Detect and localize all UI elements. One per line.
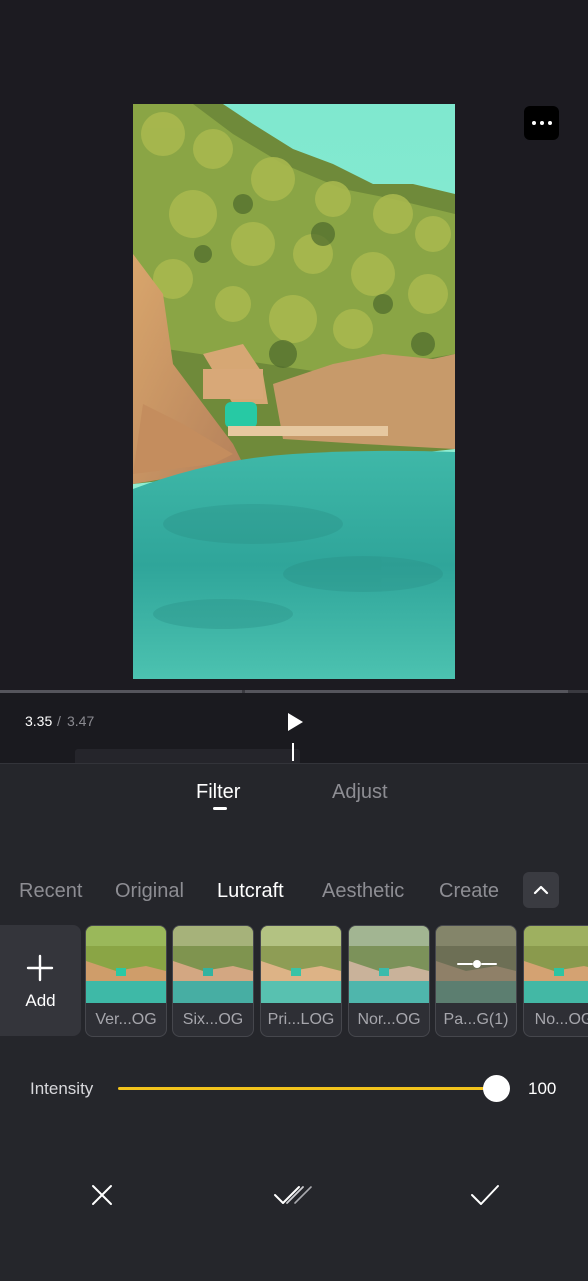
filter-label: Six...OG [182, 1011, 244, 1028]
plus-icon [26, 954, 54, 982]
category-aesthetic[interactable]: Aesthetic [322, 880, 404, 903]
filter-label: Pri...LOG [267, 1011, 335, 1028]
filter-label: Ver...OG [95, 1011, 157, 1028]
intensity-value: 100 [528, 1079, 557, 1098]
check-icon[interactable] [470, 1183, 500, 1207]
intensity-slider-knob[interactable] [483, 1075, 510, 1102]
filter-thumbnail [349, 926, 429, 1003]
video-image [133, 104, 455, 679]
more-dot [547, 121, 552, 125]
filter-thumbnail [261, 926, 341, 1003]
intensity-slider-track[interactable] [118, 1087, 496, 1090]
intensity-label: Intensity [30, 1079, 94, 1098]
category-lutcraft[interactable]: Lutcraft [217, 880, 284, 903]
tab-filter[interactable]: Filter [196, 781, 240, 804]
category-original[interactable]: Original [115, 880, 184, 903]
more-dots-icon [531, 121, 536, 125]
filter-thumbnail [524, 926, 588, 1003]
play-icon[interactable] [284, 711, 306, 733]
filter-label: Pa...G(1) [443, 1011, 509, 1028]
timeline-strip[interactable] [75, 749, 300, 763]
filter-thumbnail [86, 926, 166, 1003]
add-filter-button[interactable]: Add [0, 925, 81, 1036]
filter-card-2[interactable]: Six...OG [172, 925, 254, 1037]
category-create[interactable]: Create [439, 880, 499, 903]
filter-panel: Filter Adjust Recent Original Lutcraft A… [0, 763, 588, 1281]
add-label: Add [25, 991, 56, 1010]
filter-card-3[interactable]: Pri...LOG [260, 925, 342, 1037]
chevron-up-icon [533, 885, 549, 895]
more-options-button[interactable] [524, 106, 559, 140]
filter-label: Nor...OG [357, 1011, 421, 1028]
tab-adjust[interactable]: Adjust [332, 781, 388, 804]
filter-card-1[interactable]: Ver...OG [85, 925, 167, 1037]
video-preview-area [0, 0, 588, 690]
filter-thumbnail [173, 926, 253, 1003]
filter-card-5[interactable]: Pa...G(1) [435, 925, 517, 1037]
category-recent[interactable]: Recent [19, 880, 82, 903]
adjust-slider-icon [457, 960, 497, 968]
video-frame[interactable] [133, 104, 455, 679]
close-icon[interactable] [90, 1183, 114, 1207]
total-time: 3.47 [67, 713, 95, 729]
playhead[interactable] [292, 743, 294, 761]
collapse-button[interactable] [523, 872, 559, 908]
current-time: 3.35 [25, 713, 53, 729]
filter-card-4[interactable]: Nor...OG [348, 925, 430, 1037]
playback-bar: 3.35 / 3.47 [0, 693, 588, 763]
double-check-icon[interactable] [273, 1183, 315, 1207]
filter-card-6[interactable]: No...OG [523, 925, 588, 1037]
more-dot [539, 121, 544, 125]
filter-label: No...OG [534, 1011, 588, 1028]
time-separator: / [57, 713, 61, 729]
tab-indicator [213, 807, 227, 810]
